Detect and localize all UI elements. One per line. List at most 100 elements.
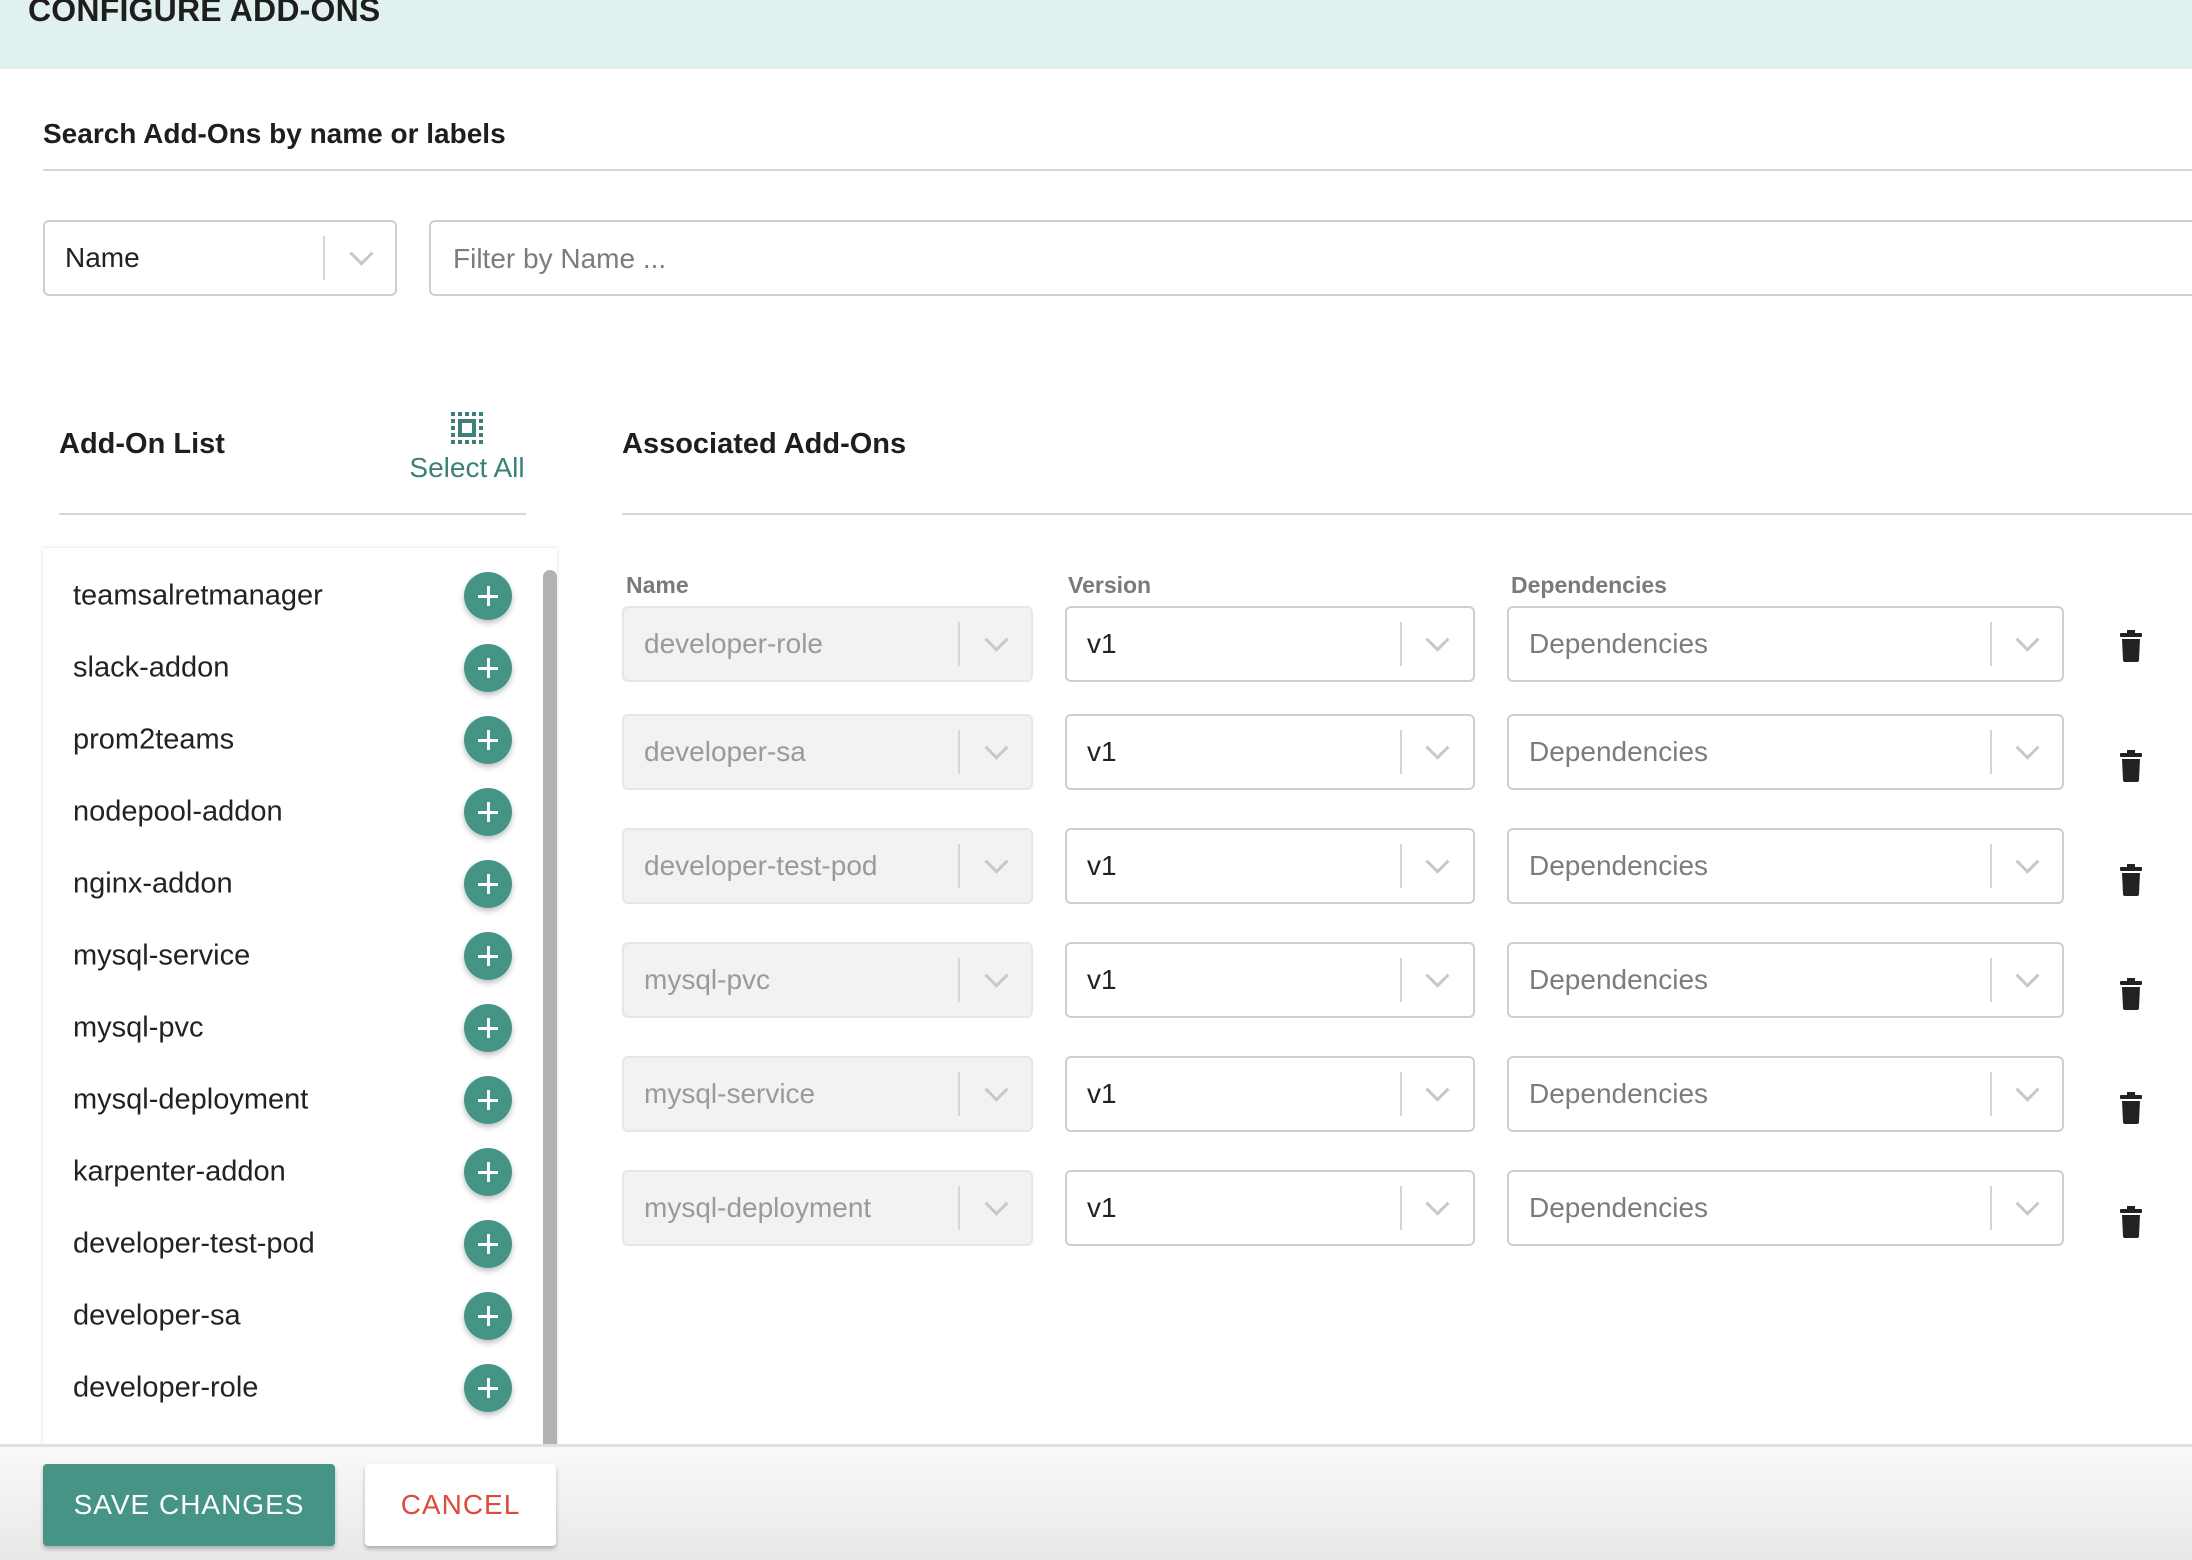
- chevron-down-icon: [1425, 1191, 1450, 1216]
- dependencies-placeholder: Dependencies: [1529, 1192, 1709, 1223]
- cancel-button[interactable]: CANCEL: [365, 1464, 556, 1546]
- addon-name: developer-role: [73, 1371, 259, 1404]
- associated-addon-row: mysql-service v1 Dependencies: [0, 1056, 2192, 1132]
- chevron-down-icon: [1425, 849, 1450, 874]
- dependencies-select[interactable]: Dependencies: [1507, 1056, 2064, 1132]
- dependencies-select[interactable]: Dependencies: [1507, 606, 2064, 682]
- select-separator: [1400, 1186, 1402, 1230]
- dependencies-placeholder: Dependencies: [1529, 964, 1709, 995]
- trash-icon[interactable]: [2120, 1206, 2142, 1238]
- addon-name: nodepool-addon: [73, 795, 283, 828]
- version-select[interactable]: v1: [1065, 1170, 1475, 1246]
- select-separator: [1400, 958, 1402, 1002]
- trash-icon[interactable]: [2120, 1092, 2142, 1124]
- addon-name-value: developer-test-pod: [644, 850, 878, 881]
- select-all-icon: [451, 412, 483, 444]
- associated-addon-row: developer-test-pod v1 Dependencies: [0, 828, 2192, 904]
- trash-icon[interactable]: [2120, 978, 2142, 1010]
- chevron-down-icon: [1425, 627, 1450, 652]
- addon-name-select: developer-role: [622, 606, 1033, 682]
- associated-addon-row: mysql-pvc v1 Dependencies: [0, 942, 2192, 1018]
- page-title: CONFIGURE ADD-ONS: [28, 0, 381, 28]
- column-header-version: Version: [1068, 572, 1152, 598]
- chevron-down-icon: [984, 1077, 1009, 1102]
- column-header-name: Name: [626, 572, 689, 598]
- chevron-down-icon: [2015, 849, 2040, 874]
- dependencies-placeholder: Dependencies: [1529, 850, 1709, 881]
- version-value: v1: [1087, 1192, 1117, 1223]
- version-value: v1: [1087, 964, 1117, 995]
- version-select[interactable]: v1: [1065, 714, 1475, 790]
- select-separator: [1990, 622, 1992, 666]
- select-separator: [958, 844, 960, 888]
- version-select[interactable]: v1: [1065, 828, 1475, 904]
- addon-name-value: developer-sa: [644, 736, 806, 767]
- chevron-down-icon: [1425, 735, 1450, 760]
- divider: [43, 169, 2192, 171]
- addon-name-value: mysql-pvc: [644, 964, 771, 995]
- select-all-label: Select All: [409, 452, 525, 483]
- addon-name-value: mysql-service: [644, 1078, 816, 1109]
- dependencies-select[interactable]: Dependencies: [1507, 942, 2064, 1018]
- addon-name-select: mysql-pvc: [622, 942, 1033, 1018]
- associated-addons-title: Associated Add-Ons: [622, 428, 907, 460]
- select-separator: [1400, 844, 1402, 888]
- trash-icon[interactable]: [2120, 630, 2142, 662]
- list-item: developer-sa: [43, 1280, 533, 1352]
- version-select[interactable]: v1: [1065, 1056, 1475, 1132]
- column-header-dependencies: Dependencies: [1511, 572, 1667, 598]
- chevron-down-icon: [984, 963, 1009, 988]
- chevron-down-icon: [2015, 1191, 2040, 1216]
- select-all-button[interactable]: Select All: [405, 410, 529, 484]
- dependencies-select[interactable]: Dependencies: [1507, 828, 2064, 904]
- select-separator: [1400, 622, 1402, 666]
- page-header: CONFIGURE ADD-ONS: [0, 0, 2192, 69]
- chevron-down-icon: [2015, 963, 2040, 988]
- chevron-down-icon: [349, 241, 374, 266]
- chevron-down-icon: [2015, 735, 2040, 760]
- list-item: developer-role: [43, 1352, 533, 1424]
- dependencies-select[interactable]: Dependencies: [1507, 714, 2064, 790]
- associated-addon-row: developer-sa v1 Dependencies: [0, 714, 2192, 790]
- divider: [59, 513, 526, 515]
- filter-by-name-input[interactable]: [451, 222, 2155, 296]
- search-field-select[interactable]: Name: [43, 220, 397, 296]
- select-separator: [958, 1072, 960, 1116]
- select-separator: [323, 236, 325, 280]
- chevron-down-icon: [2015, 627, 2040, 652]
- select-separator: [1400, 730, 1402, 774]
- version-select[interactable]: v1: [1065, 942, 1475, 1018]
- chevron-down-icon: [2015, 1077, 2040, 1102]
- chevron-down-icon: [984, 1191, 1009, 1216]
- select-separator: [958, 622, 960, 666]
- chevron-down-icon: [1425, 1077, 1450, 1102]
- dependencies-placeholder: Dependencies: [1529, 1078, 1709, 1109]
- version-value: v1: [1087, 628, 1117, 659]
- search-section-title: Search Add-Ons by name or labels: [43, 118, 506, 149]
- associated-addon-row: developer-role v1 Dependencies: [0, 606, 2192, 682]
- dependencies-placeholder: Dependencies: [1529, 628, 1709, 659]
- save-changes-button[interactable]: SAVE CHANGES: [43, 1464, 335, 1546]
- footer-bar: SAVE CHANGES CANCEL: [0, 1444, 2192, 1560]
- chevron-down-icon: [984, 849, 1009, 874]
- divider: [622, 513, 2192, 515]
- select-separator: [1990, 1186, 1992, 1230]
- select-separator: [1400, 1072, 1402, 1116]
- chevron-down-icon: [984, 735, 1009, 760]
- select-separator: [1990, 958, 1992, 1002]
- select-separator: [1990, 730, 1992, 774]
- version-select[interactable]: v1: [1065, 606, 1475, 682]
- trash-icon[interactable]: [2120, 750, 2142, 782]
- associated-addon-row: mysql-deployment v1 Dependencies: [0, 1170, 2192, 1246]
- addon-name-value: mysql-deployment: [644, 1192, 872, 1223]
- add-addon-button[interactable]: [464, 1292, 512, 1340]
- select-separator: [958, 730, 960, 774]
- add-addon-button[interactable]: [464, 1364, 512, 1412]
- addon-name-select: mysql-service: [622, 1056, 1033, 1132]
- version-value: v1: [1087, 850, 1117, 881]
- select-separator: [1990, 1072, 1992, 1116]
- filter-input-box[interactable]: [429, 220, 2192, 296]
- dependencies-select[interactable]: Dependencies: [1507, 1170, 2064, 1246]
- select-separator: [958, 958, 960, 1002]
- trash-icon[interactable]: [2120, 864, 2142, 896]
